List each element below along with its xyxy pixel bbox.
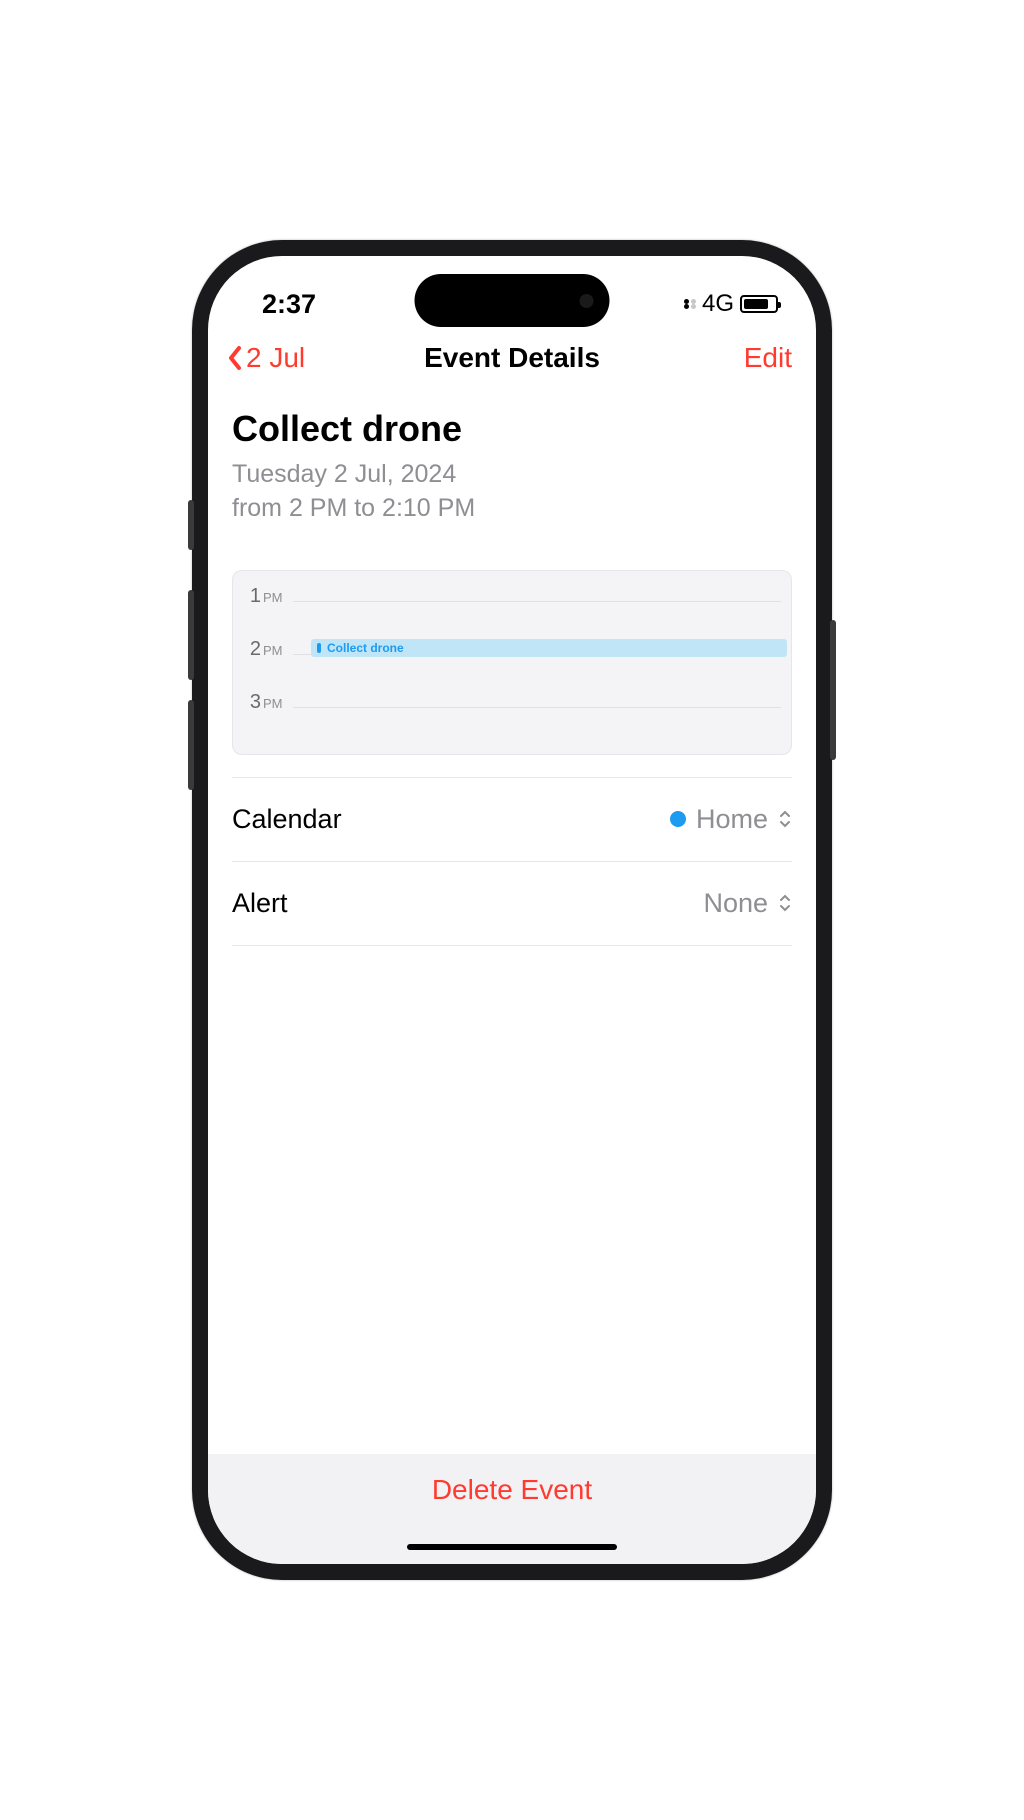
chevron-left-icon [226, 344, 244, 372]
home-indicator[interactable] [407, 1544, 617, 1550]
alert-row-value: None [703, 888, 792, 919]
calendar-row[interactable]: Calendar Home [232, 777, 792, 862]
page-title: Event Details [424, 342, 600, 374]
front-camera-icon [580, 294, 594, 308]
alert-row[interactable]: Alert None [232, 862, 792, 946]
silence-switch [188, 500, 194, 550]
phone-frame: 2:37 4G 2 Jul [192, 240, 832, 1580]
timeline-hour-3pm: 3 PM [243, 691, 781, 744]
timeline-hour-1pm: 1 PM [243, 585, 781, 638]
back-button[interactable]: 2 Jul [226, 342, 305, 374]
signal-icon [684, 299, 696, 309]
status-indicators: 4G [684, 290, 778, 318]
updown-arrows-icon [778, 893, 792, 913]
nav-bar: 2 Jul Event Details Edit [208, 326, 816, 386]
alert-row-label: Alert [232, 888, 288, 919]
timeline-preview: 1 PM 2 PM 3 PM Collect drone [232, 570, 792, 755]
edit-button[interactable]: Edit [744, 342, 792, 374]
updown-arrows-icon [778, 809, 792, 829]
event-title: Collect drone [232, 386, 792, 458]
network-label: 4G [702, 290, 734, 318]
calendar-color-dot-icon [670, 811, 686, 827]
calendar-row-value: Home [670, 804, 792, 835]
back-label: 2 Jul [246, 342, 305, 374]
dynamic-island [415, 274, 610, 327]
status-time: 2:37 [262, 289, 316, 320]
phone-screen: 2:37 4G 2 Jul [208, 256, 816, 1564]
volume-up-button [188, 590, 194, 680]
power-button [830, 620, 836, 760]
delete-event-button[interactable]: Delete Event [432, 1474, 592, 1506]
event-date: Tuesday 2 Jul, 2024 [232, 458, 792, 492]
timeline-event-block[interactable]: Collect drone [311, 639, 787, 657]
volume-down-button [188, 700, 194, 790]
calendar-row-label: Calendar [232, 804, 342, 835]
event-time: from 2 PM to 2:10 PM [232, 492, 792, 526]
content-area: Collect drone Tuesday 2 Jul, 2024 from 2… [208, 386, 816, 946]
event-color-bar [317, 643, 321, 653]
battery-icon [740, 295, 778, 313]
timeline-event-label: Collect drone [327, 641, 404, 655]
